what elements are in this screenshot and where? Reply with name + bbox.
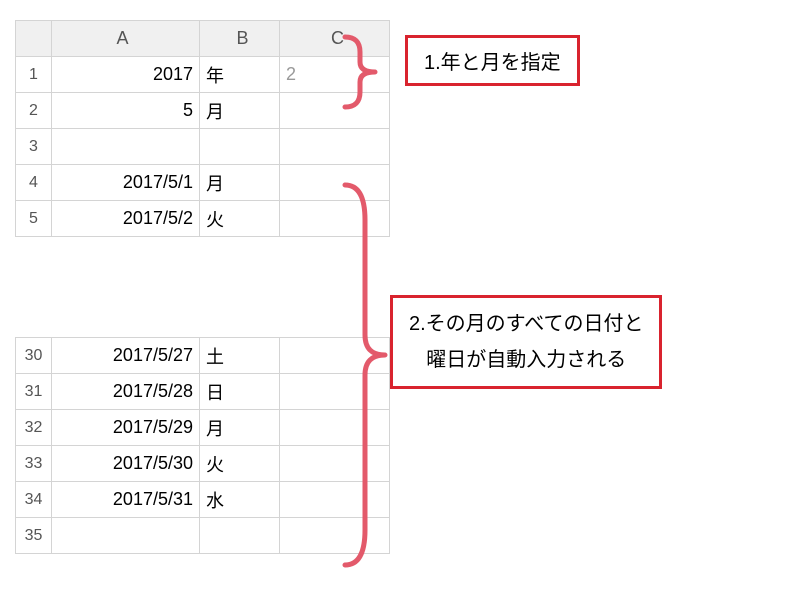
cell-B5[interactable]: 火 (200, 201, 280, 237)
cell-B31[interactable]: 日 (200, 374, 280, 410)
cell-A33[interactable]: 2017/5/30 (52, 446, 200, 482)
cell-B1[interactable]: 年 (200, 57, 280, 93)
table-row: 32 2017/5/29 月 (16, 410, 390, 446)
table-row: 34 2017/5/31 水 (16, 482, 390, 518)
brace-icon-2 (340, 180, 390, 570)
cell-A2[interactable]: 5 (52, 93, 200, 129)
cell-B32[interactable]: 月 (200, 410, 280, 446)
cell-B33[interactable]: 火 (200, 446, 280, 482)
corner-cell (16, 21, 52, 57)
cell-A5[interactable]: 2017/5/2 (52, 201, 200, 237)
cell-A31[interactable]: 2017/5/28 (52, 374, 200, 410)
row-header-30[interactable]: 30 (16, 338, 52, 374)
column-header-row: A B C (16, 21, 390, 57)
row-header-4[interactable]: 4 (16, 165, 52, 201)
cell-A35[interactable] (52, 518, 200, 554)
cell-B34[interactable]: 水 (200, 482, 280, 518)
row-header-35[interactable]: 35 (16, 518, 52, 554)
row-header-33[interactable]: 33 (16, 446, 52, 482)
spreadsheet-bottom[interactable]: 30 2017/5/27 土 31 2017/5/28 日 32 2017/5/… (15, 337, 390, 554)
table-row: 31 2017/5/28 日 (16, 374, 390, 410)
annotation-2-line2: 曜日が自動入力される (426, 349, 626, 371)
cell-B2[interactable]: 月 (200, 93, 280, 129)
table-row: 1 2017 年 2 (16, 57, 390, 93)
table-row: 4 2017/5/1 月 (16, 165, 390, 201)
cell-B35[interactable] (200, 518, 280, 554)
annotation-2: 2.その月のすべての日付と 曜日が自動入力される (390, 295, 662, 389)
row-header-34[interactable]: 34 (16, 482, 52, 518)
table-row: 2 5 月 (16, 93, 390, 129)
table-row: 5 2017/5/2 火 (16, 201, 390, 237)
table-row: 33 2017/5/30 火 (16, 446, 390, 482)
col-header-B[interactable]: B (200, 21, 280, 57)
cell-A34[interactable]: 2017/5/31 (52, 482, 200, 518)
annotation-2-line1: 2.その月のすべての日付と (409, 313, 643, 335)
row-header-3[interactable]: 3 (16, 129, 52, 165)
row-header-1[interactable]: 1 (16, 57, 52, 93)
cell-B3[interactable] (200, 129, 280, 165)
annotation-1: 1.年と月を指定 (405, 35, 580, 86)
cell-B30[interactable]: 土 (200, 338, 280, 374)
cell-A1[interactable]: 2017 (52, 57, 200, 93)
row-header-31[interactable]: 31 (16, 374, 52, 410)
brace-icon-1 (340, 32, 380, 112)
row-header-32[interactable]: 32 (16, 410, 52, 446)
cell-A32[interactable]: 2017/5/29 (52, 410, 200, 446)
cell-A3[interactable] (52, 129, 200, 165)
col-header-A[interactable]: A (52, 21, 200, 57)
table-row: 35 (16, 518, 390, 554)
table-row: 30 2017/5/27 土 (16, 338, 390, 374)
cell-B4[interactable]: 月 (200, 165, 280, 201)
partial-text: 2 (286, 64, 296, 84)
cell-A30[interactable]: 2017/5/27 (52, 338, 200, 374)
row-header-2[interactable]: 2 (16, 93, 52, 129)
cell-C3[interactable] (280, 129, 390, 165)
row-header-5[interactable]: 5 (16, 201, 52, 237)
cell-A4[interactable]: 2017/5/1 (52, 165, 200, 201)
table-row: 3 (16, 129, 390, 165)
spreadsheet-top[interactable]: A B C 1 2017 年 2 2 5 月 3 4 2017/5/1 月 5 … (15, 20, 390, 237)
